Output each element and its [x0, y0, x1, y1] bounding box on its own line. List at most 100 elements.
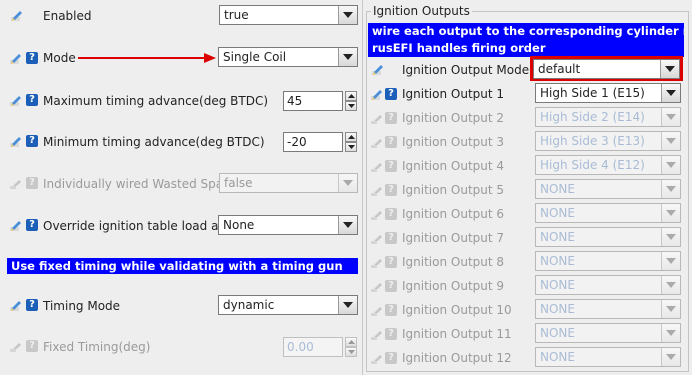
chevron-down-icon — [661, 108, 680, 126]
help-icon: ? — [385, 352, 397, 364]
fixed-timing-value: 0.00 — [287, 340, 314, 354]
chevron-down-icon[interactable] — [338, 296, 357, 314]
ignition-output-combo: NONE — [535, 275, 681, 295]
ignition-output-combo[interactable]: High Side 1 (E15) — [535, 83, 681, 103]
min-advance-field[interactable]: -20 — [283, 132, 343, 152]
wasted-spark-label: Individually wired Wasted Spark — [43, 177, 236, 191]
pencil-icon — [370, 280, 383, 293]
column-divider — [362, 0, 363, 375]
mode-value: Single Coil — [223, 50, 287, 64]
ignition-output-row: ? Ignition Output 12 NONE — [368, 347, 684, 372]
pencil-icon — [10, 180, 21, 189]
ignition-output-row: ? Ignition Output 2 High Side 2 (E14) — [368, 107, 684, 132]
ignition-output-row: ? Ignition Output 6 NONE — [368, 203, 684, 228]
ignition-output-row: ? Ignition Output 1 High Side 1 (E15) — [368, 83, 684, 108]
ignition-output-label: Ignition Output 8 — [402, 255, 505, 269]
min-advance-stepper[interactable] — [345, 132, 357, 152]
ignition-output-row: ? Ignition Output 4 High Side 4 (E12) — [368, 155, 684, 180]
ignition-output-mode-label: Ignition Output Mode — [402, 63, 530, 77]
ignition-output-value: NONE — [540, 206, 575, 220]
pencil-icon[interactable] — [10, 9, 23, 22]
mode-combo[interactable]: Single Coil — [218, 47, 358, 67]
ignition-output-label: Ignition Output 6 — [402, 207, 505, 221]
wasted-spark-value: false — [224, 176, 253, 190]
ignition-output-value: NONE — [540, 350, 575, 364]
pencil-icon[interactable] — [9, 94, 22, 107]
chevron-down-icon — [661, 252, 680, 270]
pencil-icon[interactable] — [9, 219, 22, 232]
pencil-icon[interactable] — [371, 63, 384, 76]
pencil-icon — [370, 232, 383, 245]
help-icon[interactable]: ? — [385, 88, 397, 100]
chevron-down-icon[interactable] — [338, 6, 357, 24]
help-icon: ? — [385, 232, 397, 244]
help-icon[interactable]: ? — [26, 219, 38, 231]
max-advance-stepper[interactable] — [345, 91, 357, 111]
help-icon[interactable]: ? — [26, 299, 38, 311]
pencil-icon[interactable] — [9, 52, 22, 65]
firing-order-banner: rusEFI handles firing order — [368, 40, 684, 57]
pencil-icon[interactable] — [9, 135, 22, 148]
help-icon[interactable]: ? — [26, 135, 38, 147]
max-advance-value: 45 — [287, 94, 303, 108]
fixed-timing-field: 0.00 — [283, 337, 343, 357]
ignition-output-mode-combo[interactable]: default — [533, 59, 680, 79]
ignition-output-value: NONE — [540, 182, 575, 196]
spin-up-icon[interactable] — [345, 91, 357, 101]
pencil-icon[interactable] — [370, 88, 383, 101]
ignition-output-value: High Side 3 (E13) — [540, 134, 645, 148]
help-icon[interactable]: ? — [26, 52, 38, 64]
spin-up-icon[interactable] — [345, 132, 357, 142]
pencil-icon — [370, 328, 383, 341]
chevron-down-icon[interactable] — [338, 216, 357, 234]
wasted-spark-combo: false — [219, 173, 358, 193]
timing-mode-combo[interactable]: dynamic — [218, 295, 358, 315]
ignition-output-value: High Side 1 (E15) — [540, 86, 645, 100]
ignition-outputs-title: Ignition Outputs — [371, 4, 472, 18]
ignition-output-value: NONE — [540, 278, 575, 292]
help-icon[interactable]: ? — [26, 94, 38, 106]
ignition-output-row: ? Ignition Output 7 NONE — [368, 227, 684, 252]
pencil-icon — [10, 343, 21, 352]
pencil-icon[interactable] — [9, 299, 22, 312]
ignition-output-value: NONE — [540, 302, 575, 316]
help-icon: ? — [385, 112, 397, 124]
enabled-combo[interactable]: true — [219, 5, 358, 25]
pencil-icon — [370, 208, 383, 221]
mode-label: Mode — [43, 51, 76, 65]
chevron-down-icon — [661, 324, 680, 342]
ignition-output-label: Ignition Output 3 — [402, 135, 505, 149]
fixed-timing-label: Fixed Timing(deg) — [43, 340, 151, 354]
override-load-axis-label: Override ignition table load axis — [43, 219, 236, 233]
ignition-output-combo: NONE — [535, 347, 681, 367]
fixed-timing-banner: Use fixed timing while validating with a… — [7, 258, 358, 274]
spin-down-icon[interactable] — [345, 142, 357, 152]
ignition-output-label: Ignition Output 12 — [402, 351, 512, 365]
ignition-output-combo: High Side 4 (E12) — [535, 155, 681, 175]
chevron-down-icon[interactable] — [661, 84, 680, 102]
ignition-output-label: Ignition Output 4 — [402, 159, 505, 173]
max-advance-field[interactable]: 45 — [283, 91, 343, 111]
ignition-output-row: ? Ignition Output 8 NONE — [368, 251, 684, 276]
fixed-timing-stepper — [345, 337, 357, 357]
min-advance-label: Minimum timing advance(deg BTDC) — [43, 135, 265, 149]
help-icon: ? — [385, 304, 397, 316]
override-load-axis-combo[interactable]: None — [218, 215, 358, 235]
ignition-output-combo: High Side 3 (E13) — [535, 131, 681, 151]
chevron-down-icon[interactable] — [660, 60, 679, 78]
ignition-output-mode-value: default — [538, 62, 581, 76]
spin-down-icon[interactable] — [345, 101, 357, 111]
ignition-output-label: Ignition Output 2 — [402, 111, 505, 125]
pencil-icon — [370, 112, 383, 125]
chevron-down-icon — [661, 228, 680, 246]
chevron-down-icon — [661, 348, 680, 366]
pencil-icon — [370, 256, 383, 269]
chevron-down-icon[interactable] — [338, 48, 357, 66]
ignition-output-value: High Side 4 (E12) — [540, 158, 645, 172]
min-advance-value: -20 — [287, 135, 307, 149]
ignition-output-combo: NONE — [535, 299, 681, 319]
spin-up-icon — [345, 337, 357, 347]
ignition-output-combo: High Side 2 (E14) — [535, 107, 681, 127]
help-icon: ? — [385, 136, 397, 148]
timing-mode-label: Timing Mode — [43, 299, 121, 313]
